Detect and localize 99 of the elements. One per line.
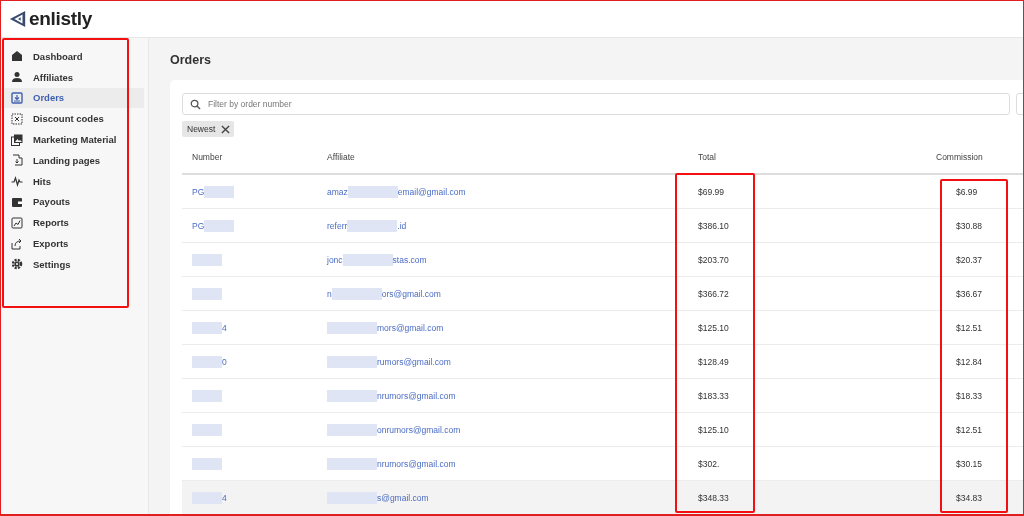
chip-label: Newest [187, 124, 216, 134]
table-cell: $183.33 [698, 390, 729, 401]
blurred-text [327, 355, 377, 368]
page-title: Orders [170, 53, 212, 67]
column-header: Number [192, 152, 223, 162]
settings-icon [11, 258, 23, 271]
search-field[interactable]: Filter by order number [182, 93, 1010, 115]
table-row[interactable]: nrumors@gmail.com $183.33 $18.33 [182, 379, 1023, 413]
affiliate-email[interactable]: ors@gmail.com [381, 288, 441, 299]
blurred-text [192, 389, 222, 402]
order-number[interactable]: PG [192, 220, 205, 231]
table-cell: $20.37 [956, 254, 982, 265]
page-icon [11, 154, 23, 167]
sidebar-item[interactable]: Dashboard [1, 46, 144, 67]
table-row[interactable]: PG referr .id $386.10 $30.88 [182, 209, 1023, 243]
affiliate-email[interactable]: onrumors@gmail.com [377, 424, 461, 435]
blurred-text [327, 321, 377, 334]
affiliate-email[interactable]: jonc [327, 254, 343, 265]
table-cell: $36.67 [956, 288, 982, 299]
affiliate-email[interactable]: mors@gmail.com [377, 322, 444, 333]
blurred-text [204, 219, 235, 232]
affiliate-email[interactable]: email@gmail.com [397, 186, 466, 197]
affiliate-email[interactable]: nrumors@gmail.com [377, 390, 456, 401]
affiliate-email[interactable]: s@gmail.com [377, 492, 429, 503]
sidebar-item[interactable]: Discount codes [1, 108, 144, 130]
export-icon [11, 237, 23, 250]
coupon-icon [11, 112, 23, 125]
affiliate-email[interactable]: nrumors@gmail.com [377, 458, 456, 469]
table-cell: $386.10 [698, 220, 729, 231]
sidebar-item[interactable]: Marketing Material [1, 129, 144, 150]
sidebar-item[interactable]: Reports [1, 212, 144, 234]
sidebar-item[interactable]: Settings [1, 253, 144, 275]
affiliate-email[interactable]: .id [397, 220, 407, 231]
blurred-text [192, 287, 222, 300]
table-row[interactable]: onrumors@gmail.com $125.10 $12.51 [182, 413, 1023, 447]
blurred-text [192, 355, 222, 368]
table-cell: $12.84 [956, 356, 982, 367]
image-icon [11, 133, 23, 146]
affiliate-email[interactable]: rumors@gmail.com [377, 356, 451, 367]
affiliate-email[interactable]: stas.com [392, 254, 427, 265]
column-header: Total [698, 152, 716, 162]
table-row[interactable]: 4 s@gmail.com $348.33 $34.83 [182, 481, 1023, 514]
table-cell: $128.49 [698, 356, 729, 367]
blurred-text [192, 321, 222, 334]
blurred-text [347, 185, 398, 198]
blurred-text [331, 287, 382, 300]
table-cell: $6.99 [956, 186, 978, 197]
column-header: Commission [936, 152, 983, 162]
blurred-text [192, 457, 222, 470]
table-cell: $12.51 [956, 424, 982, 435]
blurred-text [192, 423, 222, 436]
pulse-icon [11, 175, 23, 188]
blurred-text [347, 219, 398, 232]
blurred-text [204, 185, 235, 198]
table-cell: $69.99 [698, 186, 724, 197]
sidebar-item[interactable]: Exports [1, 233, 144, 254]
logo-icon [9, 10, 27, 28]
home-icon [11, 50, 23, 63]
download-icon [11, 92, 23, 104]
table-row[interactable]: 4 mors@gmail.com $125.10 $12.51 [182, 311, 1023, 345]
chart-icon [11, 216, 23, 229]
blurred-text [192, 253, 222, 266]
affiliate-email[interactable]: referr [327, 220, 348, 231]
table-row[interactable]: n ors@gmail.com $366.72 $36.67 [182, 277, 1023, 311]
table-cell: $125.10 [698, 322, 729, 333]
order-number[interactable]: PG [192, 186, 205, 197]
search-icon [190, 98, 201, 110]
table-cell: $348.33 [698, 492, 729, 503]
table-cell: $30.88 [956, 220, 982, 231]
brand-name: enlistly [29, 8, 93, 30]
blurred-text [327, 423, 377, 436]
person-icon [11, 71, 23, 84]
sidebar-item[interactable]: Affiliates [1, 66, 144, 88]
blurred-text [342, 253, 393, 266]
table-cell: $125.10 [698, 424, 729, 435]
table-row[interactable]: 0 rumors@gmail.com $128.49 $12.84 [182, 345, 1023, 379]
column-header: Affiliate [327, 152, 355, 162]
table-cell: $366.72 [698, 288, 729, 299]
blurred-text [327, 389, 377, 402]
table-cell: $203.70 [698, 254, 729, 265]
table-cell: $34.83 [956, 492, 982, 503]
sidebar-item[interactable]: Payouts [1, 191, 144, 213]
affiliate-email[interactable]: n [327, 288, 332, 299]
sidebar-item[interactable]: Hits [1, 170, 144, 192]
table-row[interactable]: jonc stas.com $203.70 $20.37 [182, 243, 1023, 277]
close-icon[interactable] [221, 124, 231, 134]
table-cell: $18.33 [956, 390, 982, 401]
wallet-icon [11, 195, 23, 208]
table-row[interactable]: PG amaz email@gmail.com $69.99 $6.99 [182, 175, 1023, 209]
sidebar-item[interactable]: Landing pages [1, 150, 144, 171]
table-cell: $12.51 [956, 322, 982, 333]
table-cell: $30.15 [956, 458, 982, 469]
order-number[interactable]: 4 [222, 322, 227, 333]
order-number[interactable]: 0 [222, 356, 227, 367]
order-number[interactable]: 4 [222, 492, 227, 503]
table-cell: $302. [698, 458, 720, 469]
sidebar-item[interactable]: Orders [1, 87, 144, 109]
affiliate-email[interactable]: amaz [327, 186, 348, 197]
blurred-text [327, 457, 377, 470]
